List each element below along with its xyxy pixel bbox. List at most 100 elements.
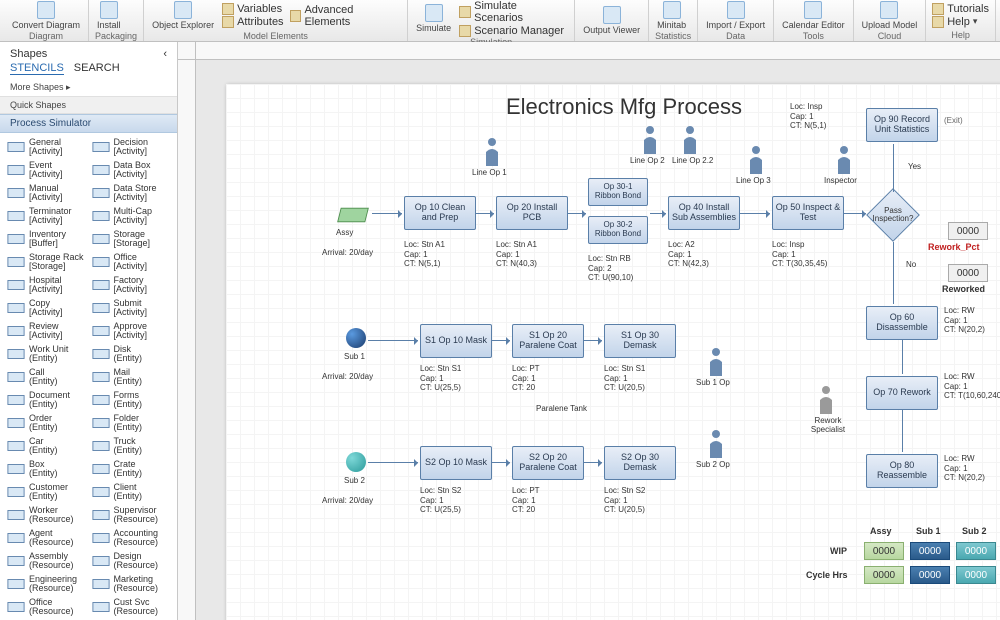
shape-item[interactable]: Forms(Entity)	[91, 390, 172, 410]
shape-item[interactable]: Data Box[Activity]	[91, 160, 172, 180]
op70-box[interactable]: Op 70 Rework	[866, 376, 938, 410]
connector[interactable]	[902, 410, 903, 452]
op80-box[interactable]: Op 80 Reassemble	[866, 454, 938, 488]
simulate-scenarios-button[interactable]: Simulate Scenarios	[459, 0, 568, 24]
connector[interactable]	[893, 144, 894, 192]
shape-item[interactable]: Copy[Activity]	[6, 298, 87, 318]
shape-item[interactable]: Disk(Entity)	[91, 344, 172, 364]
shape-item[interactable]: Cust Svc(Resource)	[91, 597, 172, 617]
op20-box[interactable]: Op 20 Install PCB	[496, 196, 568, 230]
s2op10-box[interactable]: S2 Op 10 Mask	[420, 446, 492, 480]
shape-item[interactable]: General[Activity]	[6, 137, 87, 157]
shape-item[interactable]: Accounting(Resource)	[91, 528, 172, 548]
object-explorer-button[interactable]: Object Explorer	[150, 0, 216, 31]
connector[interactable]	[372, 213, 402, 214]
s2op30-box[interactable]: S2 Op 30 Demask	[604, 446, 676, 480]
person-icon[interactable]	[746, 144, 766, 174]
shape-item[interactable]: Submit[Activity]	[91, 298, 172, 318]
shape-item[interactable]: Hospital[Activity]	[6, 275, 87, 295]
tab-stencils[interactable]: STENCILS	[10, 62, 64, 75]
canvas[interactable]: Electronics Mfg Process Assy Arrival: 20…	[196, 60, 1000, 620]
shape-item[interactable]: Worker(Resource)	[6, 505, 87, 525]
op60-box[interactable]: Op 60 Disassemble	[866, 306, 938, 340]
sub1-circle[interactable]	[346, 328, 366, 348]
tab-search[interactable]: SEARCH	[74, 62, 120, 75]
connector[interactable]	[844, 213, 866, 214]
op10-box[interactable]: Op 10 Clean and Prep	[404, 196, 476, 230]
connector[interactable]	[568, 213, 586, 214]
shape-item[interactable]: Agent(Resource)	[6, 528, 87, 548]
advanced-elements-button[interactable]: Advanced Elements	[290, 4, 402, 28]
sub2-circle[interactable]	[346, 452, 366, 472]
shape-item[interactable]: Work Unit(Entity)	[6, 344, 87, 364]
connector[interactable]	[584, 462, 602, 463]
op30-2-box[interactable]: Op 30-2 Ribbon Bond	[588, 216, 648, 244]
shape-item[interactable]: Order(Entity)	[6, 413, 87, 433]
calendar-editor-button[interactable]: Calendar Editor	[780, 0, 847, 31]
shape-item[interactable]: Marketing(Resource)	[91, 574, 172, 594]
connector[interactable]	[492, 462, 510, 463]
s1op30-box[interactable]: S1 Op 30 Demask	[604, 324, 676, 358]
shape-item[interactable]: Box(Entity)	[6, 459, 87, 479]
shape-item[interactable]: Inventory[Buffer]	[6, 229, 87, 249]
connector[interactable]	[902, 340, 903, 374]
shape-item[interactable]: Mail(Entity)	[91, 367, 172, 387]
s1op10-box[interactable]: S1 Op 10 Mask	[420, 324, 492, 358]
connector[interactable]	[893, 242, 894, 304]
shape-item[interactable]: Office[Activity]	[91, 252, 172, 272]
person-icon[interactable]	[834, 144, 854, 174]
person-icon[interactable]	[706, 346, 726, 376]
shape-item[interactable]: Factory[Activity]	[91, 275, 172, 295]
shape-item[interactable]: Manual[Activity]	[6, 183, 87, 203]
connector[interactable]	[368, 462, 418, 463]
minitab-button[interactable]: Minitab	[655, 0, 688, 31]
shape-item[interactable]: Truck(Entity)	[91, 436, 172, 456]
op40-box[interactable]: Op 40 Install Sub Assemblies	[668, 196, 740, 230]
simulate-button[interactable]: Simulate	[414, 3, 453, 34]
cyc-assy[interactable]: 0000	[864, 566, 904, 584]
shape-item[interactable]: Approve[Activity]	[91, 321, 172, 341]
shape-item[interactable]: Office(Resource)	[6, 597, 87, 617]
shape-item[interactable]: Terminator[Activity]	[6, 206, 87, 226]
upload-model-button[interactable]: Upload Model	[860, 0, 920, 31]
reworked-counter[interactable]: 0000	[948, 264, 988, 282]
pass-inspection-decision[interactable]: Pass Inspection?	[866, 188, 920, 242]
connector[interactable]	[584, 340, 602, 341]
more-shapes-button[interactable]: More Shapes ▸	[0, 79, 177, 96]
collapse-icon[interactable]: ‹	[163, 48, 167, 60]
rework-pct-counter[interactable]: 0000	[948, 222, 988, 240]
help-button[interactable]: Help ▾	[932, 16, 989, 28]
tutorials-button[interactable]: Tutorials	[932, 3, 989, 15]
quick-shapes-button[interactable]: Quick Shapes	[0, 96, 177, 114]
install-button[interactable]: Install	[95, 0, 123, 31]
shape-item[interactable]: Engineering(Resource)	[6, 574, 87, 594]
person-icon[interactable]	[680, 124, 700, 154]
connector[interactable]	[650, 213, 666, 214]
shape-item[interactable]: Multi-Cap[Activity]	[91, 206, 172, 226]
assy-shape[interactable]	[336, 204, 370, 226]
shape-item[interactable]: Car(Entity)	[6, 436, 87, 456]
op90-box[interactable]: Op 90 Record Unit Statistics	[866, 108, 938, 142]
shape-item[interactable]: Crate(Entity)	[91, 459, 172, 479]
variables-button[interactable]: Variables	[222, 3, 283, 15]
shape-item[interactable]: Client(Entity)	[91, 482, 172, 502]
page[interactable]: Electronics Mfg Process Assy Arrival: 20…	[226, 84, 1000, 620]
shape-item[interactable]: Event[Activity]	[6, 160, 87, 180]
cyc-sub1[interactable]: 0000	[910, 566, 950, 584]
shape-item[interactable]: Decision[Activity]	[91, 137, 172, 157]
attributes-button[interactable]: Attributes	[222, 16, 283, 28]
shape-item[interactable]: Storage Rack[Storage]	[6, 252, 87, 272]
shape-item[interactable]: Supervisor(Resource)	[91, 505, 172, 525]
shape-item[interactable]: Storage[Storage]	[91, 229, 172, 249]
person-icon[interactable]	[706, 428, 726, 458]
s1op20-box[interactable]: S1 Op 20 Paralene Coat	[512, 324, 584, 358]
shape-item[interactable]: Assembly(Resource)	[6, 551, 87, 571]
convert-diagram-button[interactable]: Convert Diagram	[10, 0, 82, 31]
output-viewer-button[interactable]: Output Viewer	[581, 5, 642, 36]
scenario-manager-button[interactable]: Scenario Manager	[459, 25, 568, 37]
import-export-button[interactable]: Import / Export	[704, 0, 767, 31]
op30-1-box[interactable]: Op 30-1 Ribbon Bond	[588, 178, 648, 206]
shape-item[interactable]: Customer(Entity)	[6, 482, 87, 502]
shape-item[interactable]: Folder(Entity)	[91, 413, 172, 433]
connector[interactable]	[492, 340, 510, 341]
